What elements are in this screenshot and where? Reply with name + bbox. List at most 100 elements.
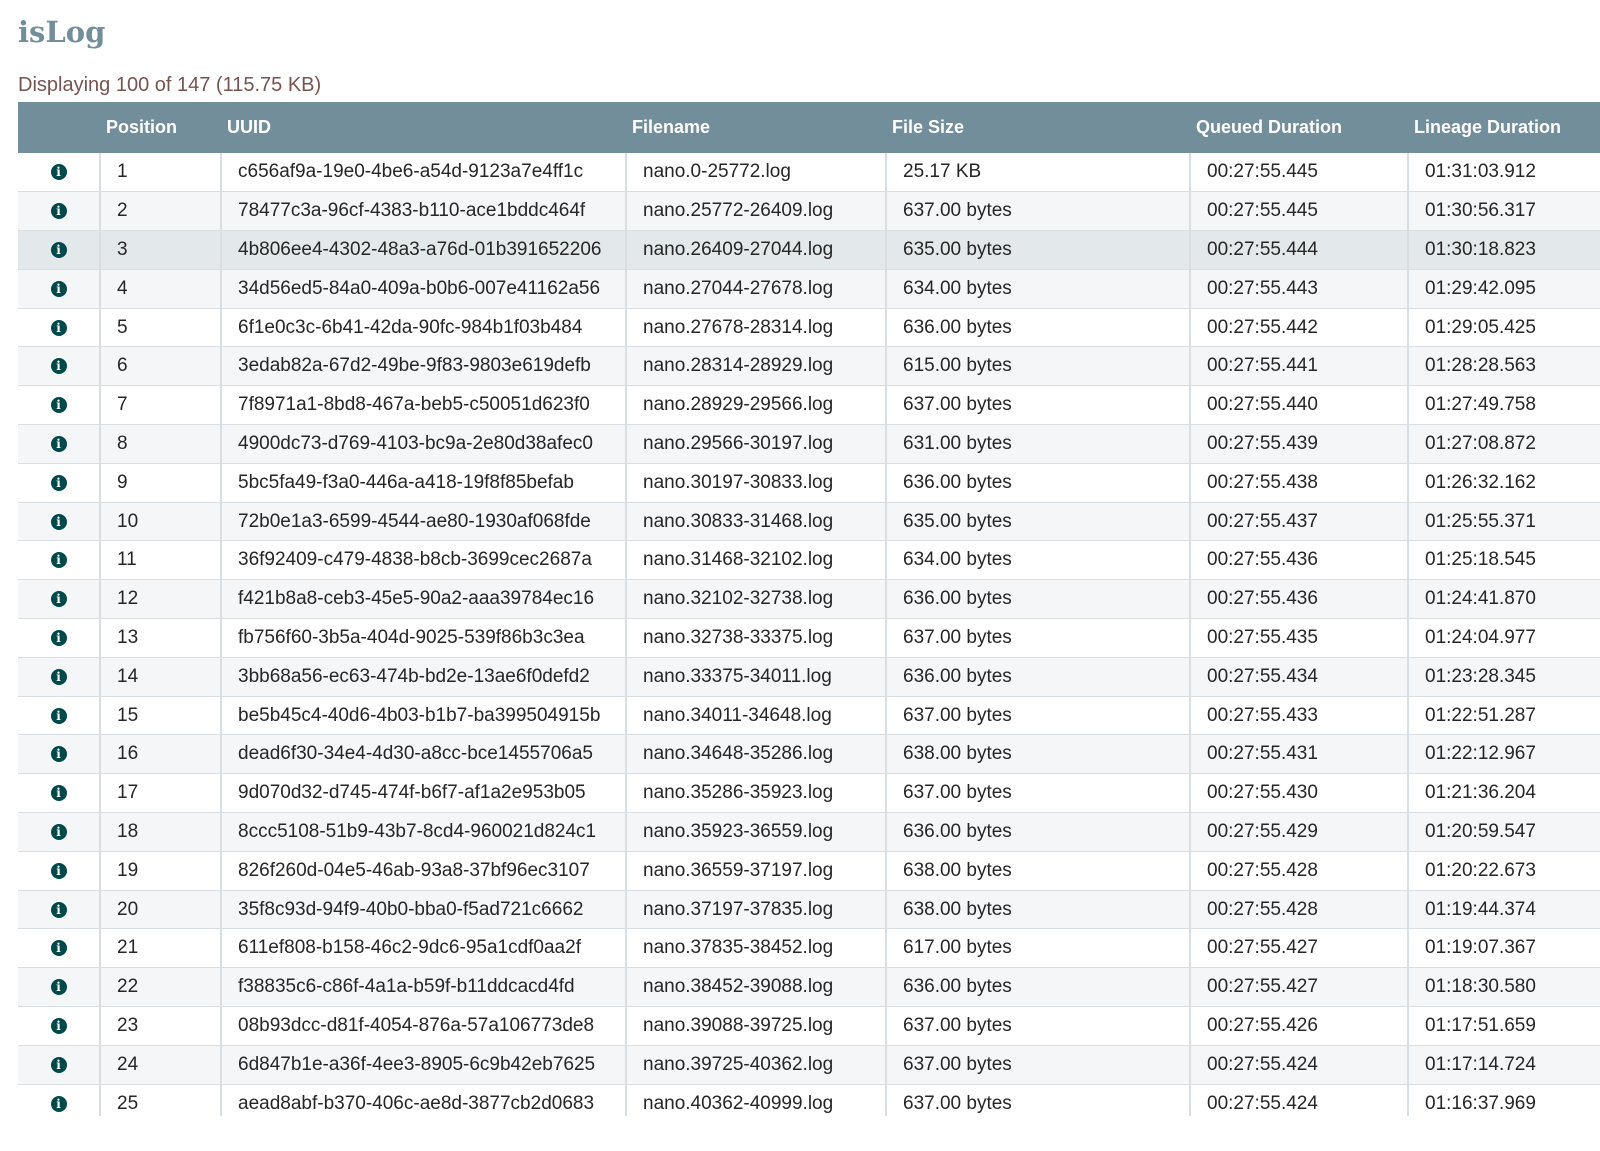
cell-filename: nano.33375-34011.log (625, 657, 886, 697)
cell-position: 21 (99, 928, 221, 969)
table-row[interactable]: i 16 dead6f30-34e4-4d30-a8cc-bce1455706a5 n… (18, 734, 1600, 775)
info-icon[interactable]: i (50, 513, 67, 530)
info-icon[interactable]: i (50, 1056, 67, 1073)
info-icon[interactable]: i (50, 164, 67, 181)
cell-details: i (18, 230, 100, 270)
cell-position: 17 (99, 773, 221, 814)
cell-lineage-duration: 01:31:03.912 (1407, 153, 1600, 193)
page-title: isLog (18, 15, 106, 49)
cell-details: i (18, 773, 100, 814)
column-header-lineage-duration[interactable]: Lineage Duration (1408, 102, 1600, 153)
cell-file-size: 634.00 bytes (885, 540, 1190, 581)
cell-position: 6 (99, 346, 221, 387)
table-row[interactable]: i 23 08b93dcc-d81f-4054-876a-57a106773de8 n… (18, 1006, 1600, 1046)
cell-details: i (18, 308, 100, 348)
info-icon[interactable]: i (50, 823, 67, 840)
cell-uuid: 826f260d-04e5-46ab-93a8-37bf96ec3107 (220, 851, 626, 891)
cell-position: 4 (99, 269, 221, 309)
cell-details: i (18, 618, 100, 658)
table-row[interactable]: i 19 826f260d-04e5-46ab-93a8-37bf96ec3107 n… (18, 851, 1600, 891)
table-row[interactable]: i 2 78477c3a-96cf-4383-b110-ace1bddc464f na… (18, 191, 1600, 232)
cell-queued-duration: 00:27:55.443 (1189, 269, 1408, 309)
cell-position: 2 (99, 191, 221, 232)
info-icon[interactable]: i (50, 397, 67, 414)
info-icon[interactable]: i (50, 474, 67, 491)
table-row[interactable]: i 12 f421b8a8-ceb3-45e5-90a2-aaa39784ec16 n… (18, 579, 1600, 620)
info-icon[interactable]: i (50, 746, 67, 763)
table-row[interactable]: i 10 72b0e1a3-6599-4544-ae80-1930af068fde n… (18, 502, 1600, 542)
table-row[interactable]: i 7 7f8971a1-8bd8-467a-beb5-c50051d623f0 na… (18, 385, 1600, 426)
cell-filename: nano.28314-28929.log (625, 346, 886, 387)
cell-lineage-duration: 01:19:44.374 (1407, 890, 1600, 930)
table-row[interactable]: i 22 f38835c6-c86f-4a1a-b59f-b11ddcacd4fd n… (18, 967, 1600, 1008)
table-row[interactable]: i 20 35f8c93d-94f9-40b0-bba0-f5ad721c6662 n… (18, 890, 1600, 930)
cell-position: 3 (99, 230, 221, 270)
cell-file-size: 25.17 KB (885, 153, 1190, 193)
cell-lineage-duration: 01:25:18.545 (1407, 540, 1600, 581)
cell-position: 9 (99, 463, 221, 503)
info-icon[interactable]: i (50, 668, 67, 685)
cell-uuid: 34d56ed5-84a0-409a-b0b6-007e41162a56 (220, 269, 626, 309)
table-row[interactable]: i 13 fb756f60-3b5a-404d-9025-539f86b3c3ea n… (18, 618, 1600, 658)
table-row[interactable]: i 4 34d56ed5-84a0-409a-b0b6-007e41162a56 na… (18, 269, 1600, 309)
table-header: Position UUID Filename File Size Queued … (18, 102, 1600, 153)
table-row[interactable]: i 14 3bb68a56-ec63-474b-bd2e-13ae6f0defd2 n… (18, 657, 1600, 697)
table-row[interactable]: i 21 611ef808-b158-46c2-9dc6-95a1cdf0aa2f n… (18, 928, 1600, 969)
column-header-filename[interactable]: Filename (626, 102, 886, 153)
column-header-file-size[interactable]: File Size (886, 102, 1190, 153)
cell-filename: nano.36559-37197.log (625, 851, 886, 891)
table-row[interactable]: i 24 6d847b1e-a36f-4ee3-8905-6c9b42eb7625 n… (18, 1045, 1600, 1085)
table-row[interactable]: i 17 9d070d32-d745-474f-b6f7-af1a2e953b05 n… (18, 773, 1600, 814)
cell-file-size: 635.00 bytes (885, 230, 1190, 270)
info-icon[interactable]: i (50, 629, 67, 646)
column-header-queued-duration[interactable]: Queued Duration (1190, 102, 1408, 153)
cell-uuid: f38835c6-c86f-4a1a-b59f-b11ddcacd4fd (220, 967, 626, 1008)
cell-lineage-duration: 01:27:49.758 (1407, 385, 1600, 426)
info-icon[interactable]: i (50, 319, 67, 336)
cell-filename: nano.27678-28314.log (625, 308, 886, 348)
flowfile-table-container: Position UUID Filename File Size Queued … (18, 102, 1600, 1116)
info-icon[interactable]: i (50, 901, 67, 918)
cell-queued-duration: 00:27:55.429 (1189, 812, 1408, 852)
queue-listing-page: isLog Displaying 100 of 147 (115.75 KB) … (0, 0, 1600, 1151)
info-icon[interactable]: i (50, 241, 67, 258)
cell-file-size: 637.00 bytes (885, 385, 1190, 426)
cell-position: 18 (99, 812, 221, 852)
cell-filename: nano.37197-37835.log (625, 890, 886, 930)
cell-position: 24 (99, 1045, 221, 1085)
table-row[interactable]: i 8 4900dc73-d769-4103-bc9a-2e80d38afec0 na… (18, 424, 1600, 464)
info-icon[interactable]: i (50, 707, 67, 724)
info-icon[interactable]: i (50, 940, 67, 957)
table-row[interactable]: i 11 36f92409-c479-4838-b8cb-3699cec2687a n… (18, 540, 1600, 581)
cell-details: i (18, 734, 100, 775)
info-icon[interactable]: i (50, 1017, 67, 1034)
table-row[interactable]: i 9 5bc5fa49-f3a0-446a-a418-19f8f85befab na… (18, 463, 1600, 503)
table-row[interactable]: i 25 aead8abf-b370-406c-ae8d-3877cb2d0683 n… (18, 1084, 1600, 1116)
listing-summary: Displaying 100 of 147 (115.75 KB) (18, 74, 322, 96)
column-header-position[interactable]: Position (100, 102, 221, 153)
table-row[interactable]: i 1 c656af9a-19e0-4be6-a54d-9123a7e4ff1c na… (18, 153, 1600, 193)
info-icon[interactable]: i (50, 358, 67, 375)
cell-file-size: 636.00 bytes (885, 579, 1190, 620)
info-icon[interactable]: i (50, 862, 67, 879)
table-row[interactable]: i 15 be5b45c4-40d6-4b03-b1b7-ba399504915b n… (18, 696, 1600, 736)
table-row[interactable]: i 5 6f1e0c3c-6b41-42da-90fc-984b1f03b484 na… (18, 308, 1600, 348)
info-icon[interactable]: i (50, 280, 67, 297)
cell-uuid: f421b8a8-ceb3-45e5-90a2-aaa39784ec16 (220, 579, 626, 620)
cell-position: 5 (99, 308, 221, 348)
info-icon[interactable]: i (50, 1095, 67, 1112)
info-icon[interactable]: i (50, 591, 67, 608)
column-header-uuid[interactable]: UUID (221, 102, 626, 153)
info-icon[interactable]: i (50, 552, 67, 569)
cell-file-size: 637.00 bytes (885, 1006, 1190, 1046)
info-icon[interactable]: i (50, 435, 67, 452)
table-row[interactable]: i 6 3edab82a-67d2-49be-9f83-9803e619defb na… (18, 346, 1600, 387)
info-icon[interactable]: i (50, 203, 67, 220)
info-icon[interactable]: i (50, 785, 67, 802)
cell-uuid: 36f92409-c479-4838-b8cb-3699cec2687a (220, 540, 626, 581)
info-icon[interactable]: i (50, 979, 67, 996)
cell-details: i (18, 463, 100, 503)
cell-position: 25 (99, 1084, 221, 1116)
table-row[interactable]: i 18 8ccc5108-51b9-43b7-8cd4-960021d824c1 n… (18, 812, 1600, 852)
table-row[interactable]: i 3 4b806ee4-4302-48a3-a76d-01b391652206 na… (18, 230, 1600, 270)
